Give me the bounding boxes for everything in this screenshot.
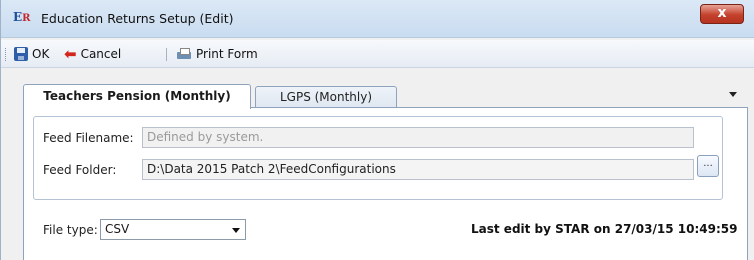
file-type-selected-value: CSV (105, 222, 130, 236)
ok-button-label: OK (32, 47, 50, 61)
tab-strip: Teachers Pension (Monthly) LGPS (Monthly… (23, 84, 748, 109)
printer-icon (176, 47, 192, 61)
browse-folder-button[interactable]: ... (697, 155, 719, 177)
cancel-button-label: Cancel (80, 47, 122, 61)
tab-lgps[interactable]: LGPS (Monthly) (255, 86, 397, 108)
last-edit-status: Last edit by STAR on 27/03/15 10:49:59 (471, 222, 738, 236)
toolbar-grip[interactable] (5, 48, 8, 61)
file-type-label: File type: (43, 223, 98, 237)
back-arrow-icon: ⬅ (64, 45, 77, 63)
feed-folder-field[interactable]: D:\Data 2015 Patch 2\FeedConfigurations (142, 159, 694, 180)
print-form-button-label: Print Form (196, 47, 258, 61)
dialog-window: ER Education Returns Setup (Edit) x OK ⬅… (0, 0, 754, 260)
ok-button[interactable]: OK (14, 46, 49, 62)
floppy-disk-icon (14, 47, 28, 61)
toolbar: OK ⬅ Cancel Print Form (1, 40, 754, 68)
cancel-button[interactable]: ⬅ Cancel (64, 46, 121, 62)
education-returns-icon: ER (13, 10, 31, 24)
tab-teachers-pension[interactable]: Teachers Pension (Monthly) (23, 84, 251, 109)
feed-folder-label: Feed Folder: (43, 163, 117, 177)
window-title: Education Returns Setup (Edit) (41, 11, 234, 26)
chevron-down-icon (232, 228, 240, 233)
feed-filename-label: Feed Filename: (43, 131, 134, 145)
feed-filename-field: Defined by system. (142, 127, 694, 148)
print-form-button[interactable]: Print Form (176, 46, 258, 62)
title-bar[interactable]: ER Education Returns Setup (Edit) x (1, 0, 754, 38)
file-type-select[interactable]: CSV (100, 219, 246, 240)
toolbar-separator (166, 48, 167, 61)
close-button[interactable]: x (700, 4, 744, 24)
tab-list-dropdown-icon[interactable] (729, 92, 737, 97)
